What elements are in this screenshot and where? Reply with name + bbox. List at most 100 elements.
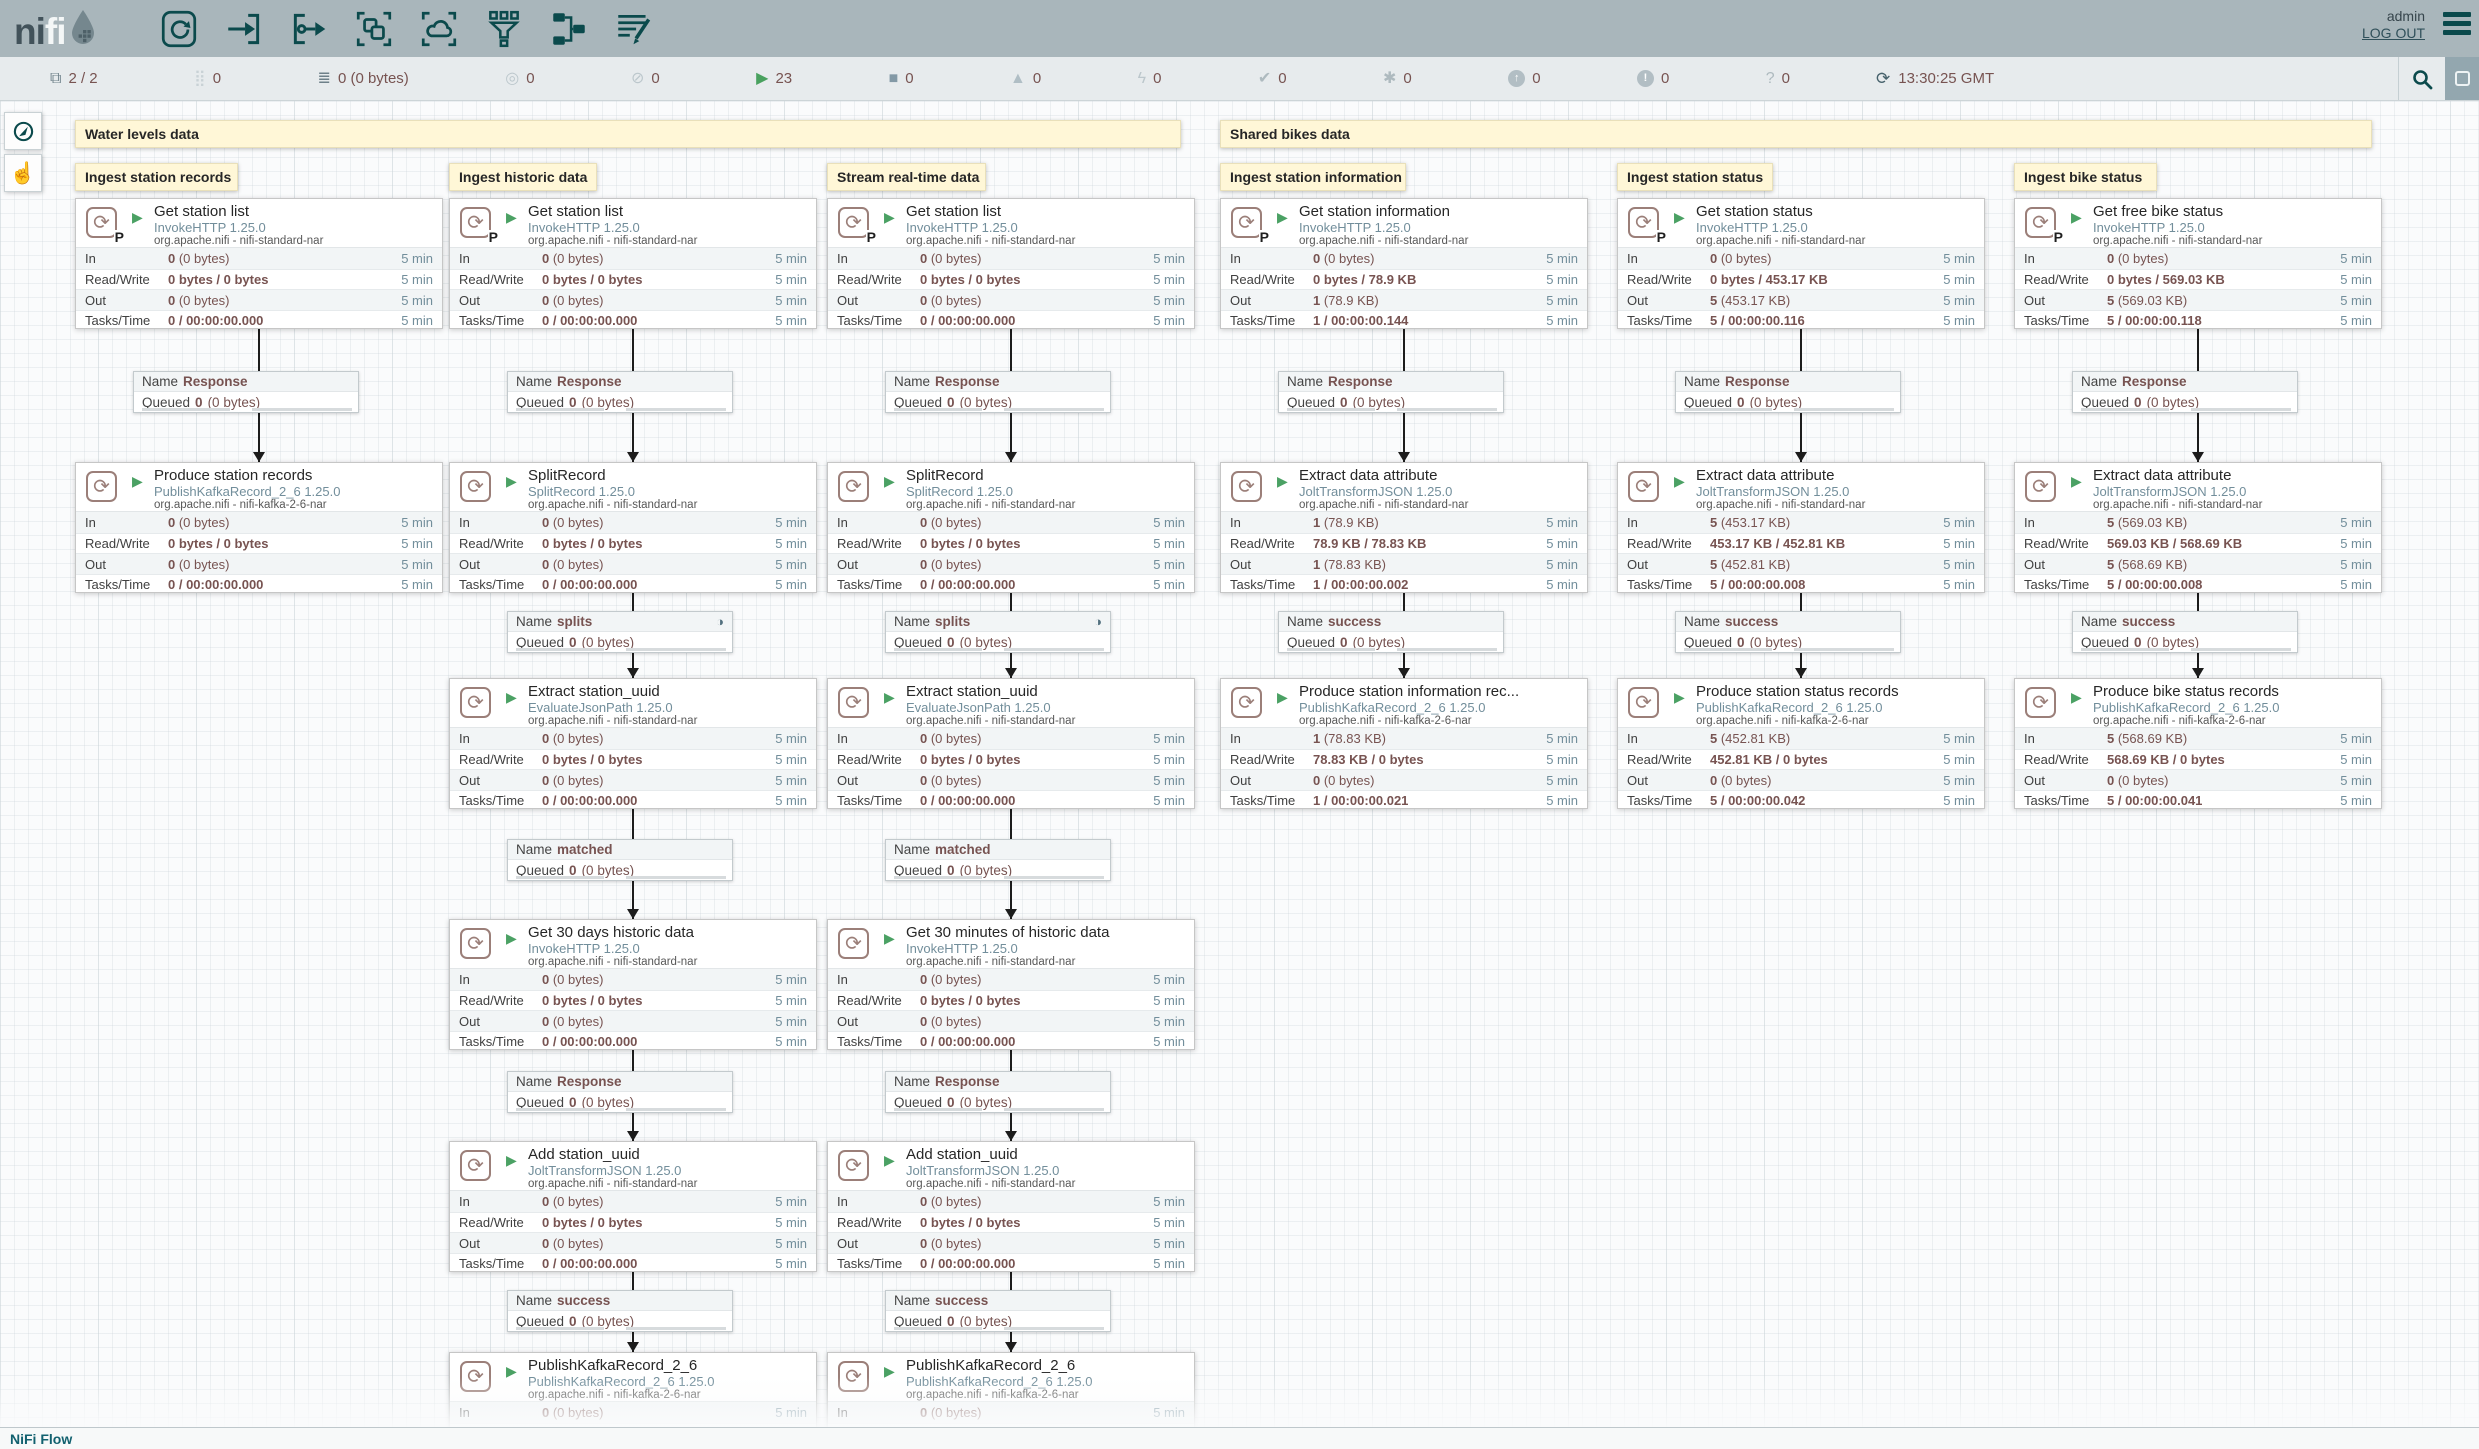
connection-label[interactable]: Name Response ◑ Queued 0 (0 bytes) <box>507 1071 733 1113</box>
stat-window: 5 min <box>2340 313 2372 328</box>
stat-window: 5 min <box>1153 1256 1185 1271</box>
input-port-icon[interactable] <box>223 8 265 50</box>
running-status-icon: ▶ <box>506 931 517 945</box>
connection-label[interactable]: Name success ◑ Queued 0 (0 bytes) <box>507 1290 733 1332</box>
stat-value: 0 (0 bytes) <box>542 773 775 788</box>
connection-label[interactable]: Name Response ◑ Queued 0 (0 bytes) <box>507 371 733 413</box>
processor-node[interactable]: ⟳P ▶ Extract station_uuid EvaluateJsonPa… <box>827 678 1195 809</box>
processor-type: InvokeHTTP 1.25.0 <box>2093 220 2381 235</box>
logout-link[interactable]: LOG OUT <box>2362 25 2425 42</box>
connection-name-key: Name <box>516 614 552 629</box>
processor-node[interactable]: ⟳P ▶ Extract data attribute JoltTransfor… <box>1220 462 1588 593</box>
processor-node[interactable]: ⟳P ▶ Get station information InvokeHTTP … <box>1220 198 1588 329</box>
connection-label[interactable]: Name Response ◑ Queued 0 (0 bytes) <box>885 371 1111 413</box>
processor-node[interactable]: ⟳P ▶ Get 30 minutes of historic data Inv… <box>827 919 1195 1050</box>
settings-panel-button[interactable] <box>2445 57 2479 100</box>
connection-label[interactable]: Name Response ◑ Queued 0 (0 bytes) <box>885 1071 1111 1113</box>
refresh-button[interactable]: ⟳ 13:30:25 GMT <box>1876 69 1994 89</box>
processor-node[interactable]: ⟳P ▶ Get station list InvokeHTTP 1.25.0 … <box>827 198 1195 329</box>
status-item: ▶23 <box>756 70 792 87</box>
connection-label[interactable]: Name splits ◑ Queued 0 (0 bytes) <box>885 611 1111 653</box>
connection-label[interactable]: Name success ◑ Queued 0 (0 bytes) <box>1278 611 1504 653</box>
process-group-icon[interactable] <box>353 8 395 50</box>
stat-value: 0 (0 bytes) <box>920 773 1153 788</box>
stat-value: 0 (0 bytes) <box>542 557 775 572</box>
connection-label[interactable]: Name success ◑ Queued 0 (0 bytes) <box>885 1290 1111 1332</box>
processor-icon: ⟳P <box>460 471 491 502</box>
section-label[interactable]: Ingest historic data <box>449 163 597 191</box>
running-status-icon: ▶ <box>1674 210 1685 224</box>
funnel-icon[interactable] <box>483 8 525 50</box>
stat-label: In <box>1230 731 1313 746</box>
processor-node[interactable]: ⟳P ▶ Get 30 days historic data InvokeHTT… <box>449 919 817 1050</box>
processor-node[interactable]: ⟳P ▶ Produce station status records Publ… <box>1617 678 1985 809</box>
section-label[interactable]: Ingest bike status <box>2014 163 2157 191</box>
flow-canvas[interactable]: Water levels data Shared bikes data Ingest… <box>0 0 2479 1449</box>
processor-node[interactable]: ⟳P ▶ Extract data attribute JoltTransfor… <box>2014 462 2382 593</box>
processor-icon[interactable] <box>158 8 200 50</box>
stat-row: Read/Write 0 bytes / 78.9 KB 5 min <box>1221 269 1587 290</box>
processor-name: Get station list <box>528 204 816 220</box>
component-toolbar <box>158 8 655 50</box>
section-label[interactable]: Ingest station information <box>1220 163 1406 191</box>
connection-label[interactable]: Name Response ◑ Queued 0 (0 bytes) <box>1278 371 1504 413</box>
processor-node[interactable]: ⟳P ▶ Produce station information rec... … <box>1220 678 1588 809</box>
processor-node[interactable]: ⟳P ▶ Produce station records PublishKafk… <box>75 462 443 593</box>
remote-process-group-icon[interactable] <box>418 8 460 50</box>
search-button[interactable] <box>2399 57 2445 100</box>
section-label[interactable]: Ingest station records <box>75 163 238 191</box>
processor-icon: ⟳P <box>86 471 117 502</box>
stat-window: 5 min <box>1153 1014 1185 1029</box>
stat-label: Tasks/Time <box>837 1034 920 1049</box>
processor-header: ⟳P ▶ Get station list InvokeHTTP 1.25.0 … <box>76 199 442 247</box>
processor-node[interactable]: ⟳P ▶ Get station list InvokeHTTP 1.25.0 … <box>449 198 817 329</box>
connection-name-row: Name Response ◑ <box>886 1072 1110 1092</box>
connection-label[interactable]: Name Response ◑ Queued 0 (0 bytes) <box>2072 371 2298 413</box>
output-port-icon[interactable] <box>288 8 330 50</box>
processor-node[interactable]: ⟳P ▶ SplitRecord SplitRecord 1.25.0 org.… <box>449 462 817 593</box>
processor-icon: ⟳P <box>460 1150 491 1181</box>
processor-node[interactable]: ⟳P ▶ Add station_uuid JoltTransformJSON … <box>449 1141 817 1272</box>
global-menu-icon[interactable] <box>2443 12 2471 39</box>
stat-label: In <box>459 972 542 987</box>
stat-window: 5 min <box>1943 251 1975 266</box>
queue-bar <box>142 408 230 411</box>
stat-window: 5 min <box>1153 1034 1185 1049</box>
status-item: ↑0 <box>1508 70 1540 87</box>
processor-node[interactable]: ⟳P ▶ Extract station_uuid EvaluateJsonPa… <box>449 678 817 809</box>
processor-node[interactable]: ⟳P ▶ Add station_uuid JoltTransformJSON … <box>827 1141 1195 1272</box>
connection-label[interactable]: Name Response ◑ Queued 0 (0 bytes) <box>133 371 359 413</box>
queue-bar <box>1004 876 1104 879</box>
connection-label[interactable]: Name splits ◑ Queued 0 (0 bytes) <box>507 611 733 653</box>
processor-stats: In 5 (568.69 KB) 5 min Read/Write 568.69… <box>2015 727 2381 809</box>
template-icon[interactable] <box>548 8 590 50</box>
processor-node[interactable]: ⟳P ▶ SplitRecord SplitRecord 1.25.0 org.… <box>827 462 1195 593</box>
group-label[interactable]: Shared bikes data <box>1220 120 2372 148</box>
connection-label[interactable]: Name Response ◑ Queued 0 (0 bytes) <box>1675 371 1901 413</box>
section-label[interactable]: Stream real-time data <box>827 163 986 191</box>
processor-node[interactable]: ⟳P ▶ Extract data attribute JoltTransfor… <box>1617 462 1985 593</box>
processor-node[interactable]: ⟳P ▶ Get free bike status InvokeHTTP 1.2… <box>2014 198 2382 329</box>
connection-label[interactable]: Name success ◑ Queued 0 (0 bytes) <box>1675 611 1901 653</box>
operate-palette-button[interactable]: ☝ <box>4 154 42 192</box>
processor-node[interactable]: ⟳P ▶ Produce bike status records Publish… <box>2014 678 2382 809</box>
connection-name-value: Response <box>183 374 248 389</box>
processor-node[interactable]: ⟳P ▶ Get station list InvokeHTTP 1.25.0 … <box>75 198 443 329</box>
stat-window: 5 min <box>775 773 807 788</box>
processor-name: Extract station_uuid <box>528 684 816 700</box>
navigate-palette-button[interactable] <box>4 112 42 150</box>
connection-label[interactable]: Name success ◑ Queued 0 (0 bytes) <box>2072 611 2298 653</box>
connection-label[interactable]: Name matched ◑ Queued 0 (0 bytes) <box>507 839 733 881</box>
stat-label: Out <box>459 1236 542 1251</box>
label-icon[interactable] <box>613 8 655 50</box>
search-icon <box>2411 68 2433 90</box>
breadcrumb[interactable]: NiFi Flow <box>10 1431 72 1447</box>
stat-row: Out 0 (0 bytes) 5 min <box>2015 769 2381 790</box>
connection-label[interactable]: Name matched ◑ Queued 0 (0 bytes) <box>885 839 1111 881</box>
stat-window: 5 min <box>1943 515 1975 530</box>
processor-node[interactable]: ⟳P ▶ Get station status InvokeHTTP 1.25.… <box>1617 198 1985 329</box>
section-label[interactable]: Ingest station status <box>1617 163 1773 191</box>
group-label[interactable]: Water levels data <box>75 120 1181 148</box>
stat-label: Out <box>2024 773 2107 788</box>
stat-window: 5 min <box>775 536 807 551</box>
